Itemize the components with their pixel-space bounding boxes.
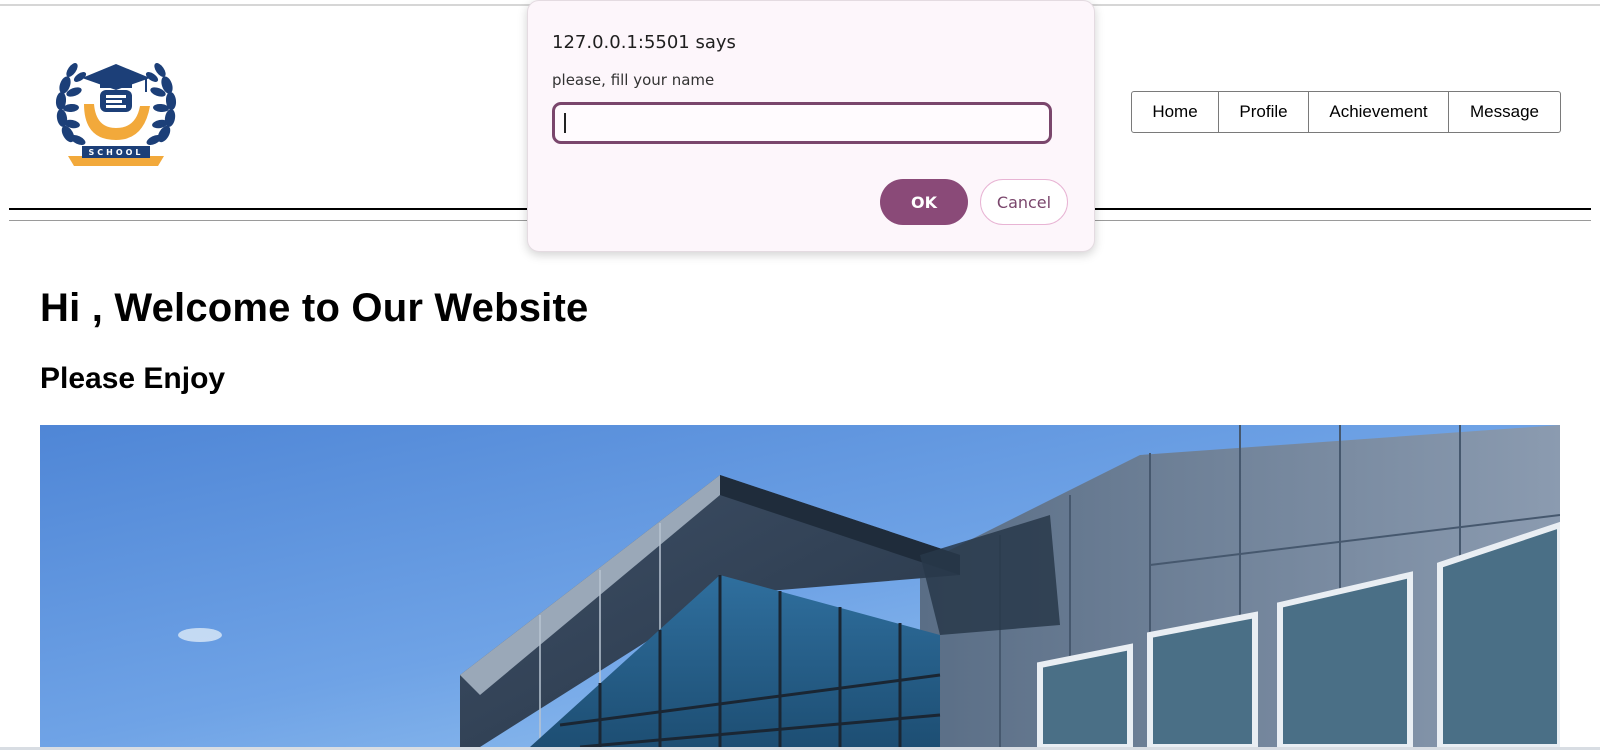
ok-button[interactable]: OK [880, 179, 968, 225]
cancel-button[interactable]: Cancel [980, 179, 1068, 225]
nav-home[interactable]: Home [1132, 92, 1219, 132]
welcome-heading: Hi , Welcome to Our Website [40, 286, 589, 330]
dialog-message: please, fill your name [552, 71, 715, 89]
dialog-title: 127.0.0.1:5501 says [552, 32, 736, 53]
nav-profile[interactable]: Profile [1219, 92, 1309, 132]
page: SCHOOL Home Profile Achievement Message … [0, 0, 1600, 750]
main-nav: Home Profile Achievement Message [1131, 91, 1561, 133]
nav-message[interactable]: Message [1449, 92, 1560, 132]
prompt-dialog: 127.0.0.1:5501 says please, fill your na… [527, 0, 1095, 252]
enjoy-subheading: Please Enjoy [40, 362, 226, 395]
nav-achievement[interactable]: Achievement [1309, 92, 1449, 132]
text-caret [564, 113, 566, 133]
school-logo: SCHOOL [54, 54, 178, 170]
logo-text: SCHOOL [88, 148, 143, 157]
name-input[interactable] [552, 102, 1052, 144]
hero-building-image [40, 425, 1560, 747]
